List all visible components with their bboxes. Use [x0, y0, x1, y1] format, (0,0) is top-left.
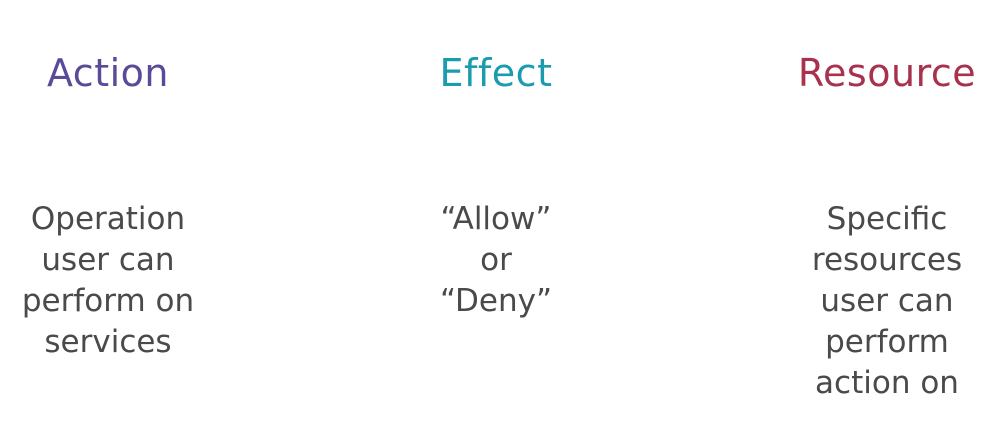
resource-description-line: perform	[825, 324, 949, 360]
action-description-line: perform on	[21, 283, 195, 319]
effect-heading: Effect	[439, 51, 553, 95]
slide: Action Operation user can perform on ser…	[0, 0, 992, 428]
action-description-line: user can	[41, 242, 175, 278]
resource-description-line: action on	[815, 365, 959, 401]
resource-description-line: resources	[811, 242, 963, 278]
action-heading: Action	[46, 51, 169, 95]
resource-description-line: Specific	[826, 201, 948, 237]
effect-description-line: “Deny”	[439, 283, 553, 319]
resource-description-line: user can	[820, 283, 954, 319]
effect-description: “Allow” or “Deny”	[396, 199, 596, 322]
resource-heading: Resource	[797, 51, 977, 95]
effect-description-line: or	[480, 242, 512, 278]
effect-description-line: “Allow”	[440, 201, 552, 237]
action-description-line: services	[44, 324, 172, 360]
action-description: Operation user can perform on services	[8, 199, 208, 363]
resource-description: Specific resources user can perform acti…	[782, 199, 992, 404]
action-description-line: Operation	[30, 201, 186, 237]
